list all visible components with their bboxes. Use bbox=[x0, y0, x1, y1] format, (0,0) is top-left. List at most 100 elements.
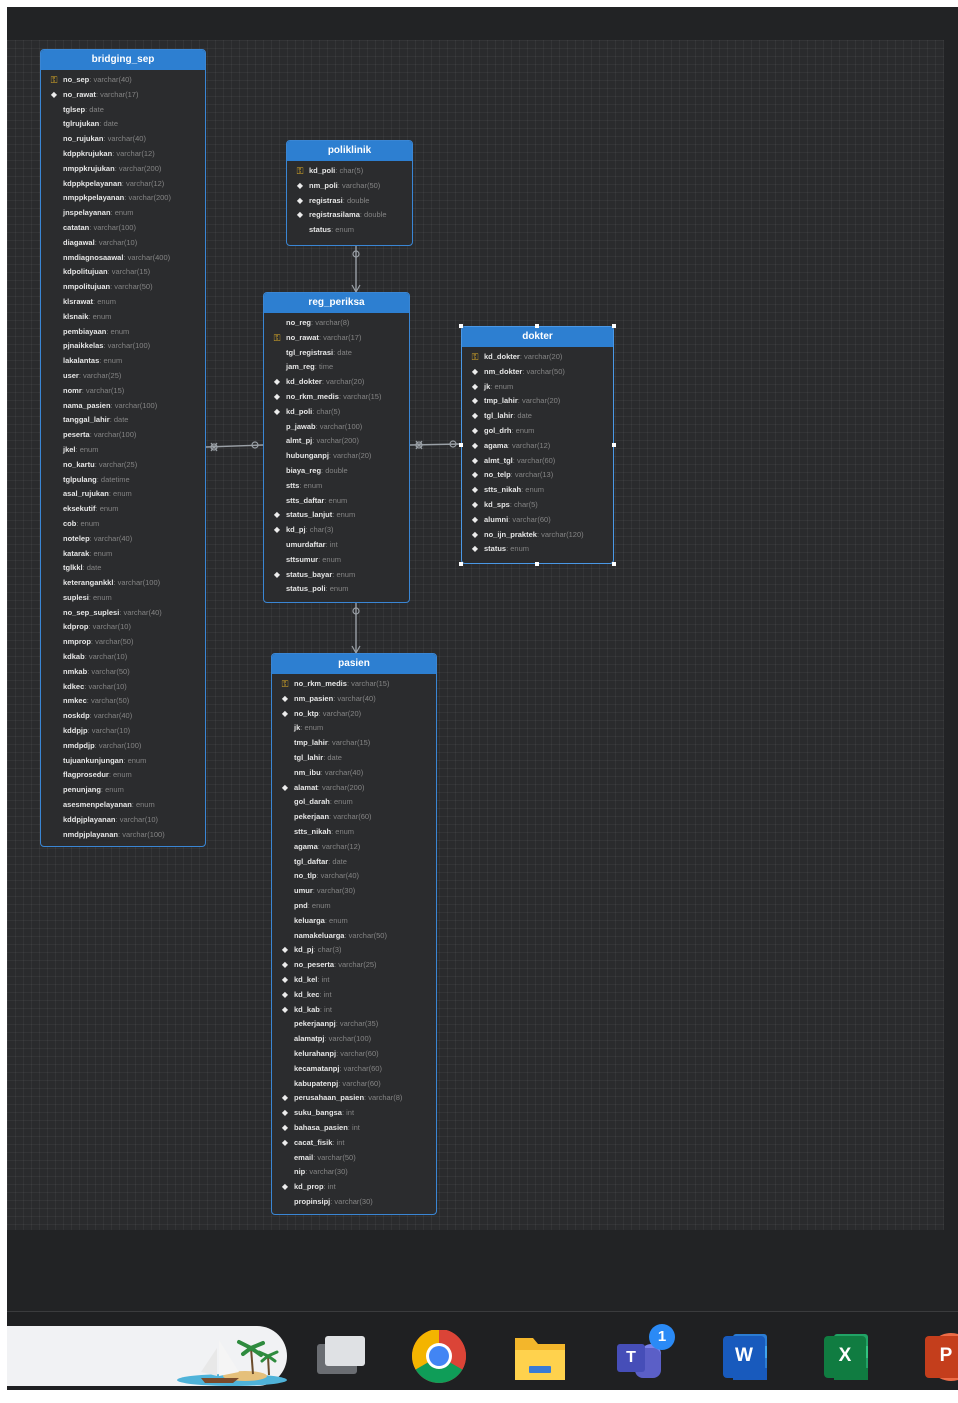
column-row[interactable]: ◆ tgl_lahir: date bbox=[462, 409, 613, 424]
column-row[interactable]: ⚿ no_rawat: varchar(17) bbox=[264, 331, 409, 346]
column-row[interactable]: jk: enum bbox=[272, 721, 436, 736]
column-row[interactable]: nmdpdjp: varchar(100) bbox=[41, 739, 205, 754]
resize-handle[interactable] bbox=[535, 562, 539, 566]
column-row[interactable]: ◆ kd_prop: int bbox=[272, 1180, 436, 1195]
column-row[interactable]: ◆ no_ktp: varchar(20) bbox=[272, 707, 436, 722]
powerpoint-button[interactable]: P bbox=[915, 1330, 958, 1388]
column-row[interactable]: user: varchar(25) bbox=[41, 369, 205, 384]
column-row[interactable]: ◆ status_bayar: enum bbox=[264, 568, 409, 583]
column-row[interactable]: ⚿ kd_dokter: varchar(20) bbox=[462, 350, 613, 365]
column-row[interactable]: ◆ no_ijn_praktek: varchar(120) bbox=[462, 528, 613, 543]
teams-button[interactable]: T 1 bbox=[611, 1324, 675, 1388]
column-row[interactable]: keterangankkl: varchar(100) bbox=[41, 576, 205, 591]
column-row[interactable]: no_tlp: varchar(40) bbox=[272, 869, 436, 884]
column-row[interactable]: ◆ kd_kec: int bbox=[272, 988, 436, 1003]
resize-handle[interactable] bbox=[459, 324, 463, 328]
column-row[interactable]: ◆ kd_dokter: varchar(20) bbox=[264, 375, 409, 390]
column-row[interactable]: kdkab: varchar(10) bbox=[41, 650, 205, 665]
column-row[interactable]: kdppkpelayanan: varchar(12) bbox=[41, 177, 205, 192]
column-row[interactable]: lakalantas: enum bbox=[41, 354, 205, 369]
column-row[interactable]: nmprop: varchar(50) bbox=[41, 635, 205, 650]
column-row[interactable]: ◆ alamat: varchar(200) bbox=[272, 781, 436, 796]
column-row[interactable]: nmkec: varchar(50) bbox=[41, 694, 205, 709]
column-row[interactable]: ◆ no_rawat: varchar(17) bbox=[41, 88, 205, 103]
column-row[interactable]: ⚿ kd_poli: char(5) bbox=[287, 164, 412, 179]
column-row[interactable]: katarak: enum bbox=[41, 547, 205, 562]
column-row[interactable]: ◆ kd_pj: char(3) bbox=[272, 943, 436, 958]
column-row[interactable]: nmkab: varchar(50) bbox=[41, 665, 205, 680]
column-row[interactable]: no_sep_suplesi: varchar(40) bbox=[41, 606, 205, 621]
column-row[interactable]: ◆ gol_drh: enum bbox=[462, 424, 613, 439]
column-row[interactable]: ◆ no_telp: varchar(13) bbox=[462, 468, 613, 483]
column-row[interactable]: ◆ nm_poli: varchar(50) bbox=[287, 179, 412, 194]
column-row[interactable]: tgl_registrasi: date bbox=[264, 346, 409, 361]
column-row[interactable]: jam_reg: time bbox=[264, 360, 409, 375]
column-row[interactable]: tujuankunjungan: enum bbox=[41, 754, 205, 769]
column-row[interactable]: ◆ kd_kel: int bbox=[272, 973, 436, 988]
column-row[interactable]: pekerjaan: varchar(60) bbox=[272, 810, 436, 825]
column-row[interactable]: ◆ cacat_fisik: int bbox=[272, 1136, 436, 1151]
column-row[interactable]: asesmenpelayanan: enum bbox=[41, 798, 205, 813]
column-row[interactable]: kabupatenpj: varchar(60) bbox=[272, 1077, 436, 1092]
resize-handle[interactable] bbox=[612, 324, 616, 328]
column-row[interactable]: stts: enum bbox=[264, 479, 409, 494]
column-row[interactable]: pekerjaanpj: varchar(35) bbox=[272, 1017, 436, 1032]
column-row[interactable]: cob: enum bbox=[41, 517, 205, 532]
resize-handle[interactable] bbox=[612, 562, 616, 566]
column-row[interactable]: nm_ibu: varchar(40) bbox=[272, 766, 436, 781]
word-button[interactable]: W bbox=[713, 1330, 771, 1388]
column-row[interactable]: nama_pasien: varchar(100) bbox=[41, 399, 205, 414]
column-row[interactable]: ◆ tmp_lahir: varchar(20) bbox=[462, 394, 613, 409]
column-row[interactable]: notelep: varchar(40) bbox=[41, 532, 205, 547]
column-row[interactable]: propinsipj: varchar(30) bbox=[272, 1195, 436, 1210]
column-row[interactable]: nmpolitujuan: varchar(50) bbox=[41, 280, 205, 295]
resize-handle[interactable] bbox=[459, 443, 463, 447]
resize-handle[interactable] bbox=[459, 562, 463, 566]
column-row[interactable]: nomr: varchar(15) bbox=[41, 384, 205, 399]
column-row[interactable]: ◆ nm_pasien: varchar(40) bbox=[272, 692, 436, 707]
column-row[interactable]: kdprop: varchar(10) bbox=[41, 620, 205, 635]
column-row[interactable]: tmp_lahir: varchar(15) bbox=[272, 736, 436, 751]
excel-button[interactable]: X bbox=[814, 1330, 872, 1388]
column-row[interactable]: ◆ stts_nikah: enum bbox=[462, 483, 613, 498]
column-row[interactable]: noskdp: varchar(40) bbox=[41, 709, 205, 724]
column-row[interactable]: tgl_daftar: date bbox=[272, 855, 436, 870]
column-row[interactable]: email: varchar(50) bbox=[272, 1151, 436, 1166]
column-row[interactable]: tglrujukan: date bbox=[41, 117, 205, 132]
column-row[interactable]: hubunganpj: varchar(20) bbox=[264, 449, 409, 464]
column-row[interactable]: catatan: varchar(100) bbox=[41, 221, 205, 236]
column-row[interactable]: biaya_reg: double bbox=[264, 464, 409, 479]
table-poliklinik[interactable]: poliklinik ⚿ kd_poli: char(5) ◆ nm_poli: va… bbox=[286, 140, 413, 246]
column-row[interactable]: tglkkl: date bbox=[41, 561, 205, 576]
column-row[interactable]: ◆ agama: varchar(12) bbox=[462, 439, 613, 454]
column-row[interactable]: umur: varchar(30) bbox=[272, 884, 436, 899]
column-row[interactable]: ◆ nm_dokter: varchar(50) bbox=[462, 365, 613, 380]
column-row[interactable]: ◆ no_peserta: varchar(25) bbox=[272, 958, 436, 973]
column-row[interactable]: almt_pj: varchar(200) bbox=[264, 434, 409, 449]
column-row[interactable]: ⚿ no_sep: varchar(40) bbox=[41, 73, 205, 88]
column-row[interactable]: p_jawab: varchar(100) bbox=[264, 420, 409, 435]
column-row[interactable]: ◆ perusahaan_pasien: varchar(8) bbox=[272, 1091, 436, 1106]
column-row[interactable]: jnspelayanan: enum bbox=[41, 206, 205, 221]
column-row[interactable]: diagawal: varchar(10) bbox=[41, 236, 205, 251]
file-explorer-button[interactable] bbox=[511, 1330, 569, 1388]
column-row[interactable]: umurdaftar: int bbox=[264, 538, 409, 553]
column-row[interactable]: jkel: enum bbox=[41, 443, 205, 458]
column-row[interactable]: tglsep: date bbox=[41, 103, 205, 118]
resize-handle[interactable] bbox=[535, 324, 539, 328]
column-row[interactable]: kelurahanpj: varchar(60) bbox=[272, 1047, 436, 1062]
column-row[interactable]: penunjang: enum bbox=[41, 783, 205, 798]
column-row[interactable]: alamatpj: varchar(100) bbox=[272, 1032, 436, 1047]
column-row[interactable]: nmdpjplayanan: varchar(100) bbox=[41, 828, 205, 843]
column-row[interactable]: kdkec: varchar(10) bbox=[41, 680, 205, 695]
column-row[interactable]: no_rujukan: varchar(40) bbox=[41, 132, 205, 147]
table-pasien[interactable]: pasien ⚿ no_rkm_medis: varchar(15) ◆ nm_pas… bbox=[271, 653, 437, 1215]
column-row[interactable]: ◆ status: enum bbox=[462, 542, 613, 557]
table-reg-periksa[interactable]: reg_periksa no_reg: varchar(8) ⚿ no_rawat:… bbox=[263, 292, 410, 603]
resize-handle[interactable] bbox=[612, 443, 616, 447]
column-row[interactable]: keluarga: enum bbox=[272, 914, 436, 929]
column-row[interactable]: tgl_lahir: date bbox=[272, 751, 436, 766]
chrome-button[interactable] bbox=[410, 1329, 468, 1388]
column-row[interactable]: gol_darah: enum bbox=[272, 795, 436, 810]
task-view-button[interactable] bbox=[309, 1330, 367, 1388]
